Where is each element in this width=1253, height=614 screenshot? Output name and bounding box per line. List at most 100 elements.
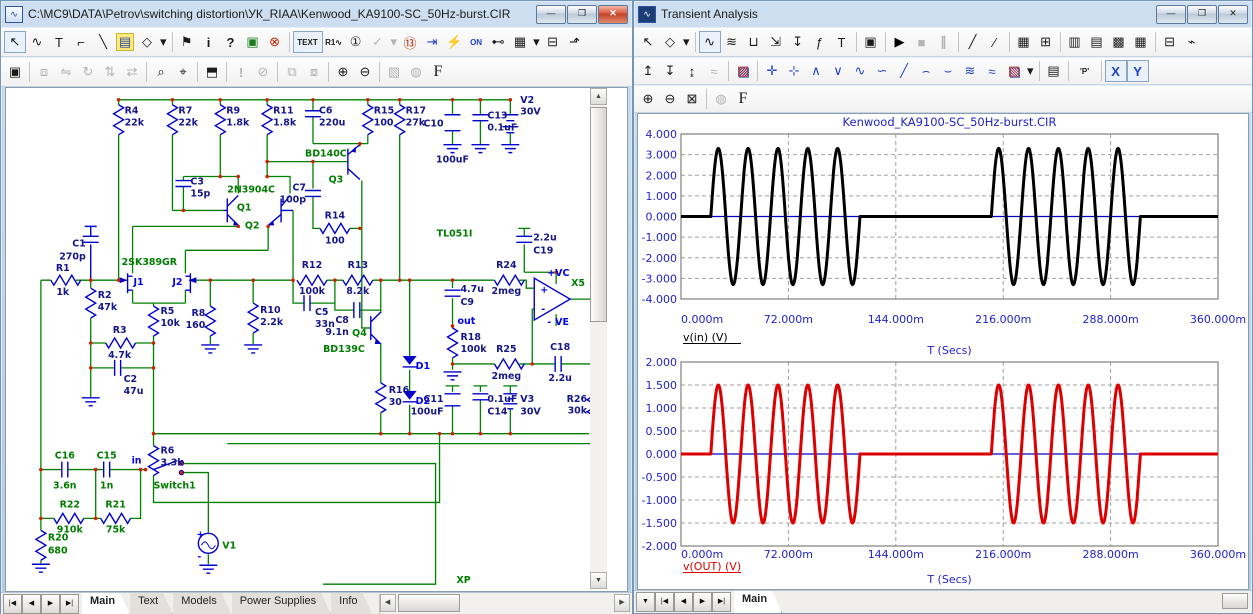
- scope-mode-icon[interactable]: ∿: [699, 31, 721, 53]
- tab-nav-icon[interactable]: ▶|: [60, 594, 79, 614]
- find-component-icon[interactable]: ◇: [136, 31, 158, 53]
- pause-icon[interactable]: ∥: [933, 31, 955, 53]
- text-mode-icon[interactable]: T: [831, 31, 853, 53]
- hscroll-thumb[interactable]: [398, 594, 460, 612]
- tab-nav-icon[interactable]: ▶: [41, 594, 60, 614]
- grid-columns-icon[interactable]: ▦: [1130, 31, 1152, 53]
- valley-icon[interactable]: ∨: [827, 60, 849, 82]
- p-key-icon[interactable]: 'P': [1072, 60, 1098, 82]
- tabbar-resize-handle[interactable]: [1222, 593, 1248, 609]
- border-display-icon[interactable]: ⊟: [542, 31, 564, 53]
- schematic-vscrollbar[interactable]: ▲ ▼: [590, 88, 607, 589]
- exit-mode-icon[interactable]: ⬏: [564, 31, 586, 53]
- tab-text[interactable]: Text: [130, 593, 173, 614]
- cursor-step-icon[interactable]: ⊹: [783, 60, 805, 82]
- align-cursors-icon[interactable]: ≋: [721, 31, 743, 53]
- peak-cursor-icon[interactable]: ↥: [637, 60, 659, 82]
- select-mode-icon[interactable]: ↖: [4, 31, 26, 53]
- scale-mode-icon[interactable]: ⇲: [765, 31, 787, 53]
- line-mode-icon[interactable]: ╲: [92, 31, 114, 53]
- graphics-mode-icon[interactable]: ▤: [116, 33, 134, 51]
- tab-nav-icon[interactable]: ◀: [674, 592, 693, 612]
- current-display-icon[interactable]: ⇥: [421, 31, 443, 53]
- select-mode-icon[interactable]: ↖: [637, 31, 659, 53]
- polyline-tool-icon[interactable]: ∕: [984, 31, 1006, 53]
- find-curve-dropdown-icon[interactable]: ▾: [681, 31, 692, 53]
- pin-numbers-icon[interactable]: ⑬: [399, 31, 421, 53]
- step-box-icon[interactable]: ⧈: [33, 61, 55, 83]
- grid-panel-icon[interactable]: ⊞: [1035, 31, 1057, 53]
- copy-picture-icon[interactable]: ⧉: [281, 61, 303, 83]
- info-mode-icon[interactable]: i: [198, 31, 220, 53]
- tab-power-supplies[interactable]: Power Supplies: [232, 593, 331, 614]
- series-label[interactable]: v(in) (V): [683, 331, 728, 344]
- restore-button[interactable]: ❐: [567, 5, 597, 24]
- component-mode-icon[interactable]: ∿: [26, 31, 48, 53]
- grid-dense-icon[interactable]: ▩: [1108, 31, 1130, 53]
- schematic-hscrollbar[interactable]: ◀ ▶: [379, 594, 630, 614]
- vip-dropdown-icon[interactable]: ▾: [389, 31, 400, 53]
- zoom-in-icon[interactable]: ⊕: [332, 61, 354, 83]
- right-titlebar[interactable]: ∿ Transient Analysis — ❐ ✕: [634, 1, 1252, 27]
- slope-icon[interactable]: ╱: [893, 60, 915, 82]
- family-icon[interactable]: ≈: [981, 60, 1003, 82]
- tab-nav-icon[interactable]: ◀: [22, 594, 41, 614]
- find-curve-icon[interactable]: ◇: [659, 31, 681, 53]
- series-label[interactable]: v(OUT) (V): [683, 560, 741, 573]
- top-icon[interactable]: ⌢: [915, 60, 937, 82]
- close-button[interactable]: ✕: [598, 5, 628, 24]
- color-cube-icon[interactable]: ▧: [1003, 60, 1025, 82]
- flag-mode-icon[interactable]: ⚑: [176, 31, 198, 53]
- pin-connections-icon[interactable]: ⊷: [487, 31, 509, 53]
- tab-nav-icon[interactable]: ▶|: [712, 592, 731, 612]
- region-disable-icon[interactable]: ⊗: [264, 31, 286, 53]
- globe-icon[interactable]: ◍: [710, 88, 732, 110]
- line-tool-icon[interactable]: ╱: [962, 31, 984, 53]
- zoom-area-icon[interactable]: ⊠: [681, 88, 703, 110]
- power-display-icon[interactable]: ⚡: [443, 31, 465, 53]
- stripes-vertical-icon[interactable]: ▥: [1064, 31, 1086, 53]
- left-titlebar[interactable]: ∿ C:\MC9\DATA\Petrov\switching distortio…: [1, 1, 632, 27]
- minimize-button[interactable]: —: [1156, 5, 1186, 24]
- copy-page-icon[interactable]: ⧇: [303, 61, 325, 83]
- highlow-cursor-icon[interactable]: ↨: [681, 60, 703, 82]
- tab-models[interactable]: Models: [173, 593, 231, 614]
- numeric-output-icon[interactable]: ▤: [1043, 60, 1065, 82]
- period-mode-icon[interactable]: ⊔: [743, 31, 765, 53]
- restore-button[interactable]: ❐: [1187, 5, 1217, 24]
- toggle-curve-icon[interactable]: ⌁: [1181, 31, 1203, 53]
- scroll-down-icon[interactable]: ▼: [590, 572, 607, 589]
- cube-dropdown-icon[interactable]: ▾: [1025, 60, 1036, 82]
- split-plot-icon[interactable]: ⊟: [1159, 31, 1181, 53]
- grid-dropdown-icon[interactable]: ▾: [531, 31, 542, 53]
- find-wave-icon[interactable]: ⌕: [150, 61, 172, 83]
- zoom-out-icon[interactable]: ⊖: [659, 88, 681, 110]
- find-component-dropdown-icon[interactable]: ▾: [158, 31, 169, 53]
- bottom-icon[interactable]: ⌣: [937, 60, 959, 82]
- peak-icon[interactable]: ∧: [805, 60, 827, 82]
- attributes-icon[interactable]: ▣: [4, 61, 26, 83]
- flip-x-icon[interactable]: ⇄: [121, 61, 143, 83]
- tab-info[interactable]: Info: [331, 593, 372, 614]
- mirror-box-icon[interactable]: ⇋: [55, 61, 77, 83]
- tab-nav-icon[interactable]: ▼: [636, 592, 655, 612]
- point-tag-icon[interactable]: ↧: [787, 31, 809, 53]
- node-numbers-icon[interactable]: ①: [345, 31, 367, 53]
- run-icon[interactable]: ▶: [889, 31, 911, 53]
- envelope-icon[interactable]: ≋: [959, 60, 981, 82]
- flip-y-icon[interactable]: ⇅: [99, 61, 121, 83]
- properties-icon[interactable]: ▣: [860, 31, 882, 53]
- tab-nav-icon[interactable]: |◀: [3, 594, 22, 614]
- scope-picture-icon[interactable]: ▨: [732, 60, 754, 82]
- rise-icon[interactable]: ∿: [849, 60, 871, 82]
- attribute-display-icon[interactable]: R1∿: [323, 31, 345, 53]
- schematic-canvas[interactable]: R422kR722kR91.8kR111.8kC6220uR15100R1727…: [6, 88, 607, 589]
- tab-nav-icon[interactable]: |◀: [655, 592, 674, 612]
- stripes-horizontal-icon[interactable]: ▤: [1086, 31, 1108, 53]
- condition-display-icon[interactable]: ON: [465, 31, 487, 53]
- zoom-out-icon[interactable]: ⊖: [354, 61, 376, 83]
- close-button[interactable]: ✕: [1218, 5, 1248, 24]
- tab-main[interactable]: Main: [82, 593, 130, 614]
- vscroll-thumb[interactable]: [590, 107, 607, 322]
- rotate-icon[interactable]: ↻: [77, 61, 99, 83]
